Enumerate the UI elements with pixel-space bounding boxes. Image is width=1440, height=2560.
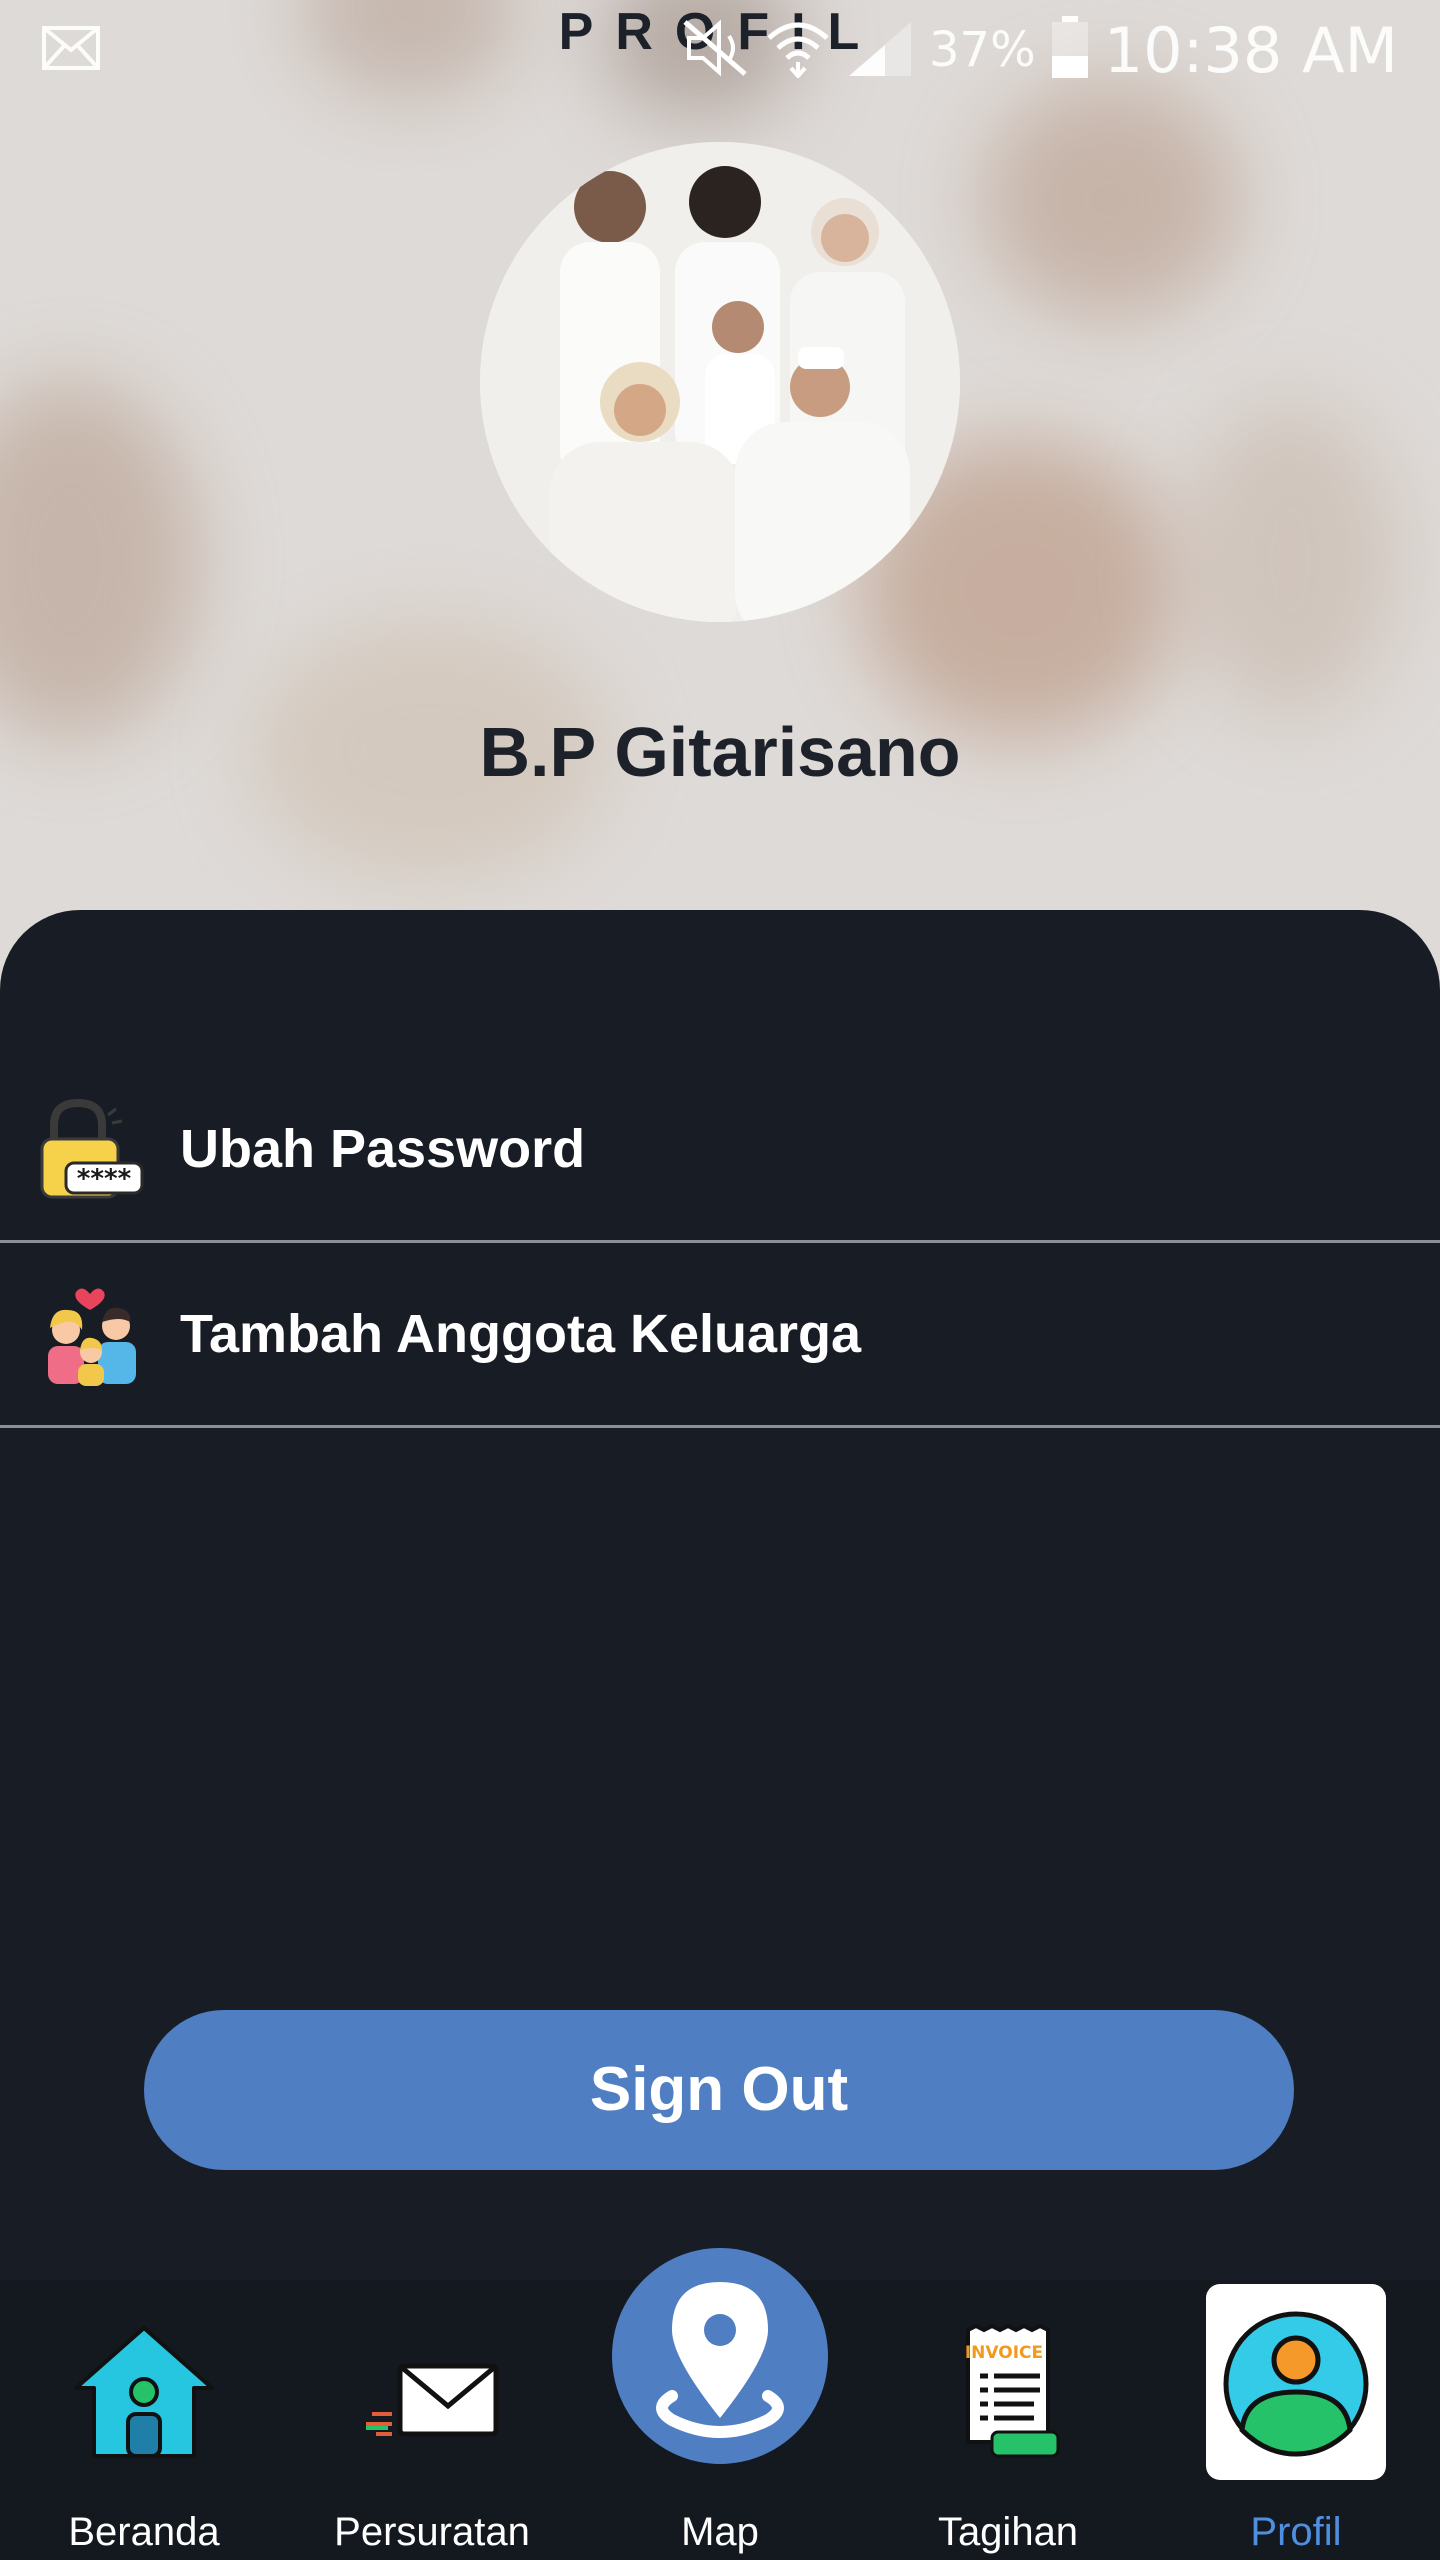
battery-icon — [1050, 15, 1090, 85]
clock: 10:38 AM — [1103, 13, 1398, 87]
family-icon — [36, 1280, 144, 1388]
menu-item-label: Tambah Anggota Keluarga — [180, 1304, 862, 1364]
home-icon — [72, 2322, 216, 2467]
nav-label: Map — [681, 2510, 759, 2554]
status-bar: 37% 10:38 AM — [0, 0, 1440, 100]
mail-icon — [364, 2362, 500, 2447]
mute-icon — [681, 18, 751, 83]
nav-item-tagihan[interactable]: INVOICE Tagihan — [864, 2280, 1152, 2560]
profile-avatar[interactable] — [480, 142, 960, 622]
nav-label: Tagihan — [937, 2510, 1079, 2554]
menu-item-add-family-member[interactable]: Tambah Anggota Keluarga — [0, 1243, 1440, 1428]
user-name: B.P Gitarisano — [479, 713, 961, 791]
profil-icon-tile[interactable] — [1206, 2284, 1386, 2480]
invoice-badge-text: INVOICE — [965, 2343, 1043, 2363]
nav-label: Persuratan — [334, 2510, 530, 2554]
profile-screen: PROFIL 37% 10:38 AM B.P Gitarisano **** … — [0, 0, 1440, 2560]
mail-notification-icon — [42, 26, 100, 75]
nav-item-persuratan[interactable]: Persuratan — [288, 2280, 576, 2560]
menu-item-label: Ubah Password — [180, 1119, 586, 1179]
invoice-icon: INVOICE — [962, 2323, 1062, 2465]
nav-label: Profil — [1250, 2510, 1342, 2554]
map-button[interactable] — [612, 2248, 828, 2464]
sign-out-button[interactable]: Sign Out — [144, 2010, 1294, 2170]
battery-percent: 37% — [929, 22, 1036, 78]
map-pin-icon — [656, 2282, 784, 2438]
lock-password-icon: **** — [36, 1095, 144, 1203]
family-photo — [480, 142, 960, 622]
signal-icon — [845, 18, 915, 83]
nav-item-beranda[interactable]: Beranda — [0, 2280, 288, 2560]
profile-icon — [1223, 2311, 1369, 2457]
nav-label: Beranda — [68, 2510, 220, 2554]
menu-item-change-password[interactable]: **** Ubah Password — [0, 1058, 1440, 1243]
svg-text:****: **** — [77, 1164, 132, 1194]
wifi-icon — [765, 18, 831, 83]
